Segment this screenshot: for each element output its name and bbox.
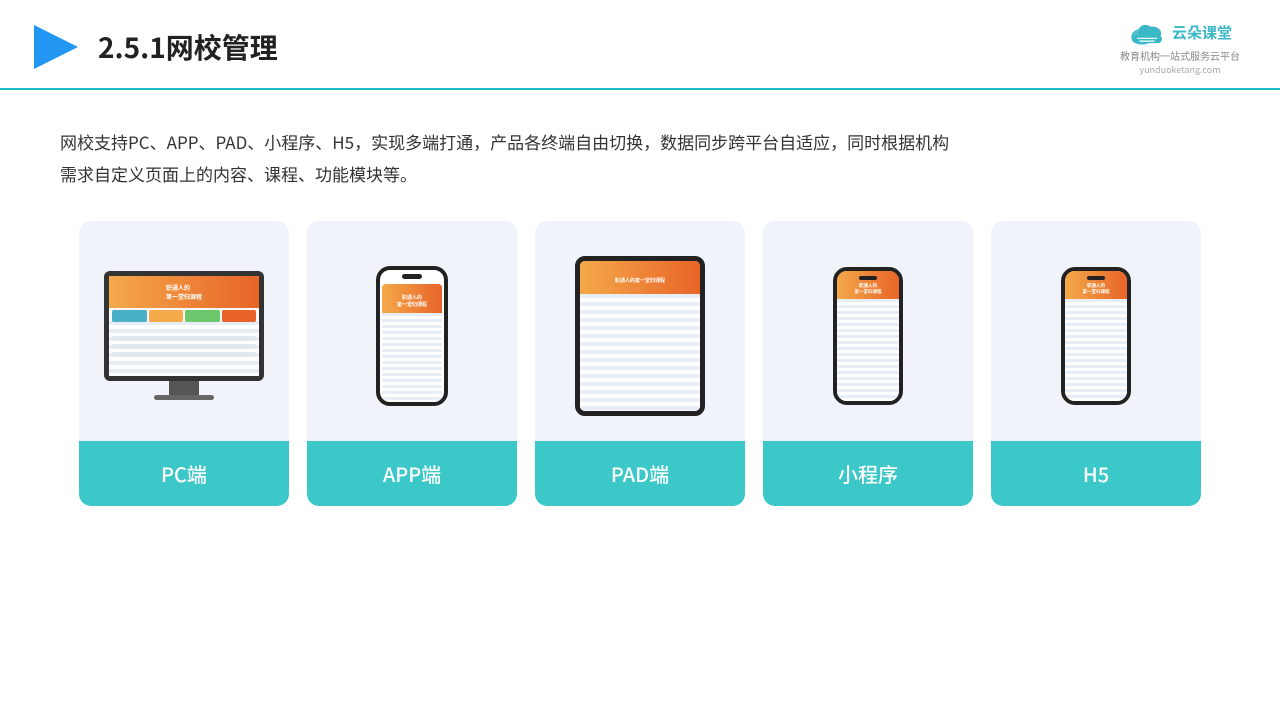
logo-area: 云朵课堂 教育机构一站式服务云平台 yunduoketang.com [1120,18,1240,76]
card-h5: 职通人的第一堂归课程 H5 [991,221,1201,506]
logo-url: yunduoketang.com [1139,63,1220,76]
cards-section: 职通人的第一堂归课程 [0,211,1280,506]
card-pc-label: PC端 [79,441,289,506]
card-app-label: APP端 [307,441,517,506]
logo-tagline: 教育机构一站式服务云平台 [1120,48,1240,63]
page-title: 2.5.1网校管理 [98,27,278,67]
card-miniprogram-image: 职通人的第一堂归课程 [763,221,973,441]
card-pc: 职通人的第一堂归课程 [79,221,289,506]
card-miniprogram: 职通人的第一堂归课程 小程序 [763,221,973,506]
card-app: 职通人的第一堂归课程 [307,221,517,506]
header-left: 2.5.1网校管理 [30,21,278,73]
header: 2.5.1网校管理 云朵课堂 教育机构一站式服务云平台 yunduoketang… [0,0,1280,90]
card-miniprogram-label: 小程序 [763,441,973,506]
card-app-image: 职通人的第一堂归课程 [307,221,517,441]
logo-text: 云朵课堂 [1172,22,1232,43]
cloud-logo-icon [1128,18,1166,46]
phone-h5-icon: 职通人的第一堂归课程 [1061,267,1131,405]
card-pad: 职通人的第一堂归课程 [535,221,745,506]
description: 网校支持PC、APP、PAD、小程序、H5，实现多端打通，产品各终端自由切换，数… [0,90,1280,211]
description-text: 网校支持PC、APP、PAD、小程序、H5，实现多端打通，产品各终端自由切换，数… [60,126,1220,158]
card-pc-image: 职通人的第一堂归课程 [79,221,289,441]
logo-cloud: 云朵课堂 [1128,18,1232,46]
card-h5-label: H5 [991,441,1201,506]
card-pad-label: PAD端 [535,441,745,506]
play-icon [30,21,82,73]
description-text-2: 需求自定义页面上的内容、课程、功能模块等。 [60,158,1220,190]
card-pad-image: 职通人的第一堂归课程 [535,221,745,441]
pc-monitor-icon: 职通人的第一堂归课程 [104,271,264,400]
card-h5-image: 职通人的第一堂归课程 [991,221,1201,441]
tablet-pad-icon: 职通人的第一堂归课程 [575,256,705,416]
phone-app-icon: 职通人的第一堂归课程 [376,266,448,406]
phone-miniprogram-icon: 职通人的第一堂归课程 [833,267,903,405]
